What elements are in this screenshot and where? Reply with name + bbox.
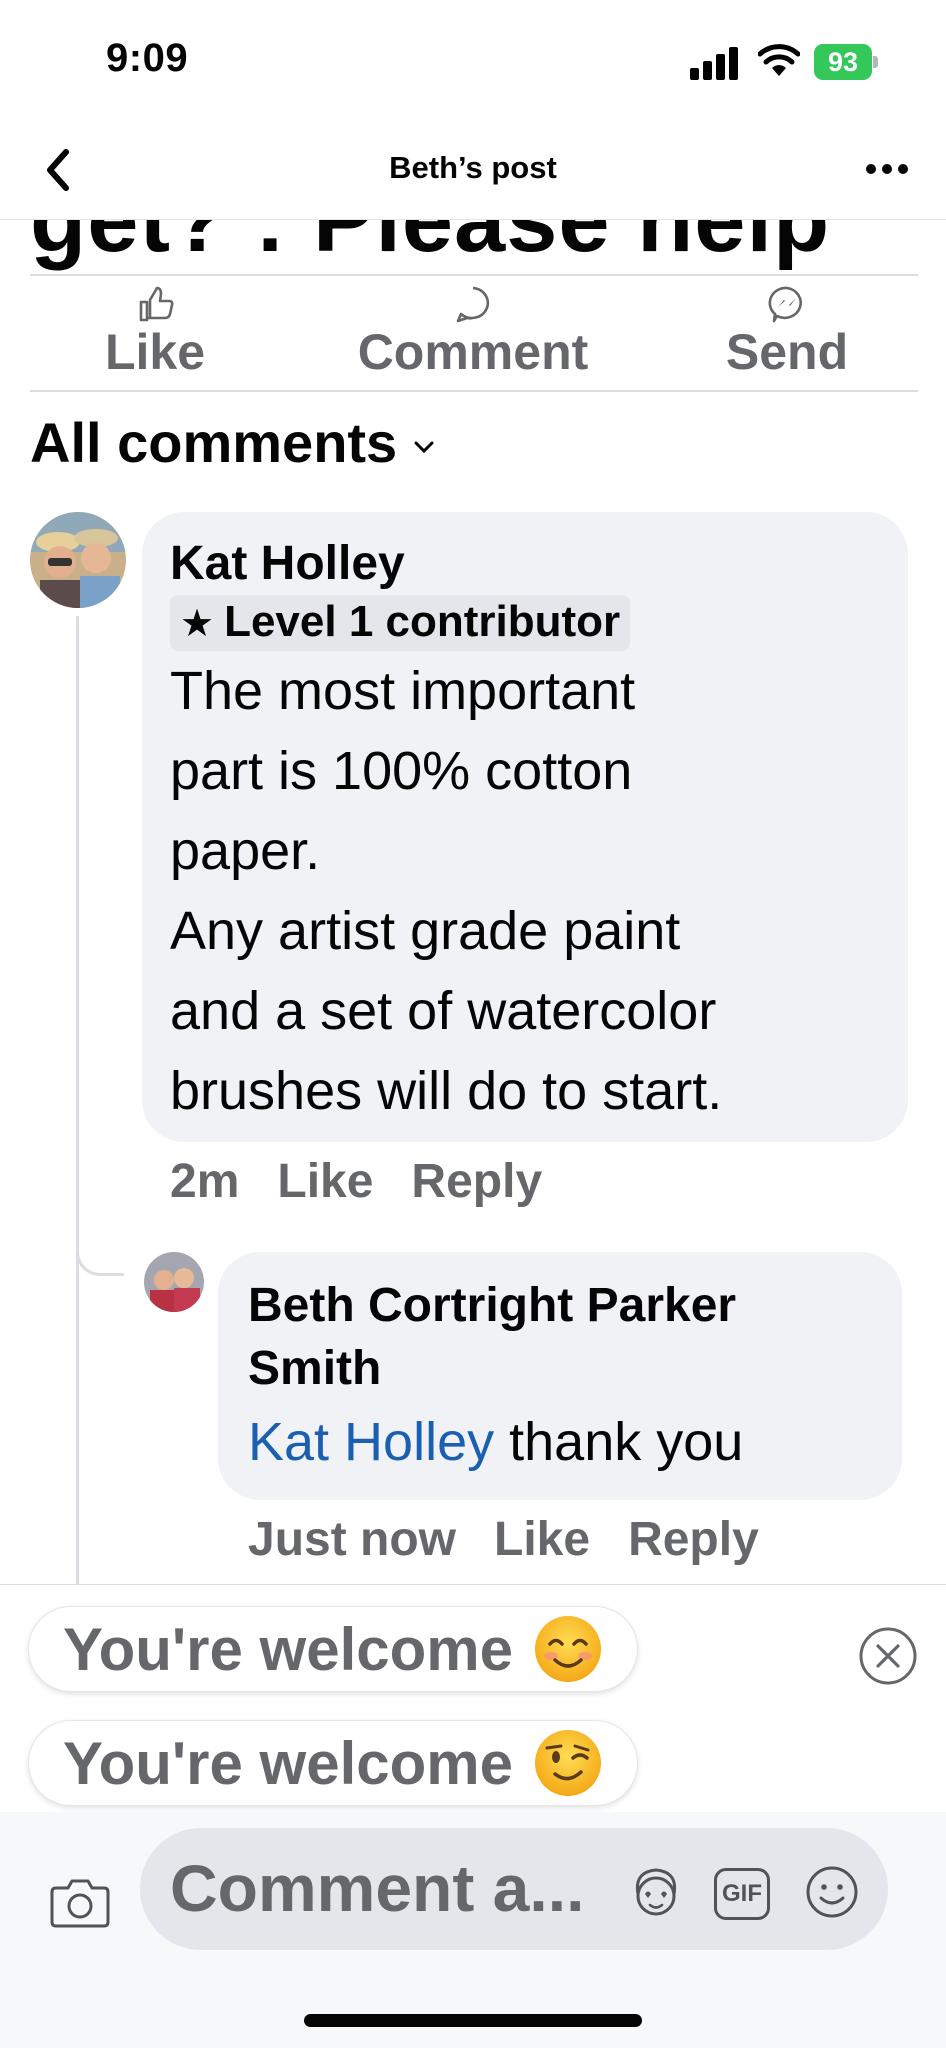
comment-input-placeholder: Comment a... bbox=[170, 1851, 585, 1925]
chevron-down-icon bbox=[414, 441, 434, 454]
send-label: Send bbox=[725, 324, 849, 380]
reply-reply-link[interactable]: Reply bbox=[628, 1513, 759, 1566]
winking-face-icon bbox=[534, 1730, 601, 1797]
comment-text-line: Any artist grade paint bbox=[170, 901, 681, 961]
comment-text-line: and a set of watercolor bbox=[170, 981, 717, 1041]
thread-connector bbox=[76, 1240, 124, 1276]
cellular-signal-icon bbox=[690, 46, 740, 80]
camera-icon[interactable] bbox=[50, 1876, 110, 1928]
reply-author-line[interactable]: Smith bbox=[248, 1340, 882, 1398]
reply-message: thank you bbox=[509, 1412, 744, 1472]
star-icon: ★ bbox=[180, 603, 215, 645]
suggested-reply-label: You're welcome bbox=[63, 1730, 513, 1797]
thumbs-up-icon bbox=[139, 286, 174, 322]
profile-photo-icon bbox=[144, 1252, 204, 1312]
comment-text-line: part is 100% cotton bbox=[170, 741, 633, 801]
divider bbox=[30, 390, 918, 392]
page-title: Beth’s post bbox=[389, 150, 557, 185]
battery-level: 93 bbox=[814, 44, 872, 80]
comments-filter-dropdown[interactable]: All comments bbox=[30, 410, 435, 475]
mention-link[interactable]: Kat Holley bbox=[248, 1412, 494, 1472]
badge-label: Level 1 contributor bbox=[224, 597, 621, 646]
thread-line bbox=[76, 616, 79, 1596]
close-suggestions-icon[interactable] bbox=[858, 1626, 918, 1686]
suggested-reply-chip[interactable]: You're welcome bbox=[28, 1606, 638, 1692]
comment-reply-link[interactable]: Reply bbox=[411, 1155, 542, 1208]
comment-label: Comment bbox=[357, 324, 589, 380]
comment-bubble[interactable]: Kat Holley ★ Level 1 contributor The most… bbox=[142, 512, 908, 1142]
reply-text: Kat Holley thank you bbox=[248, 1402, 882, 1482]
navigation-header: Beth’s post bbox=[0, 120, 946, 220]
like-action-button[interactable]: Like bbox=[90, 284, 220, 380]
comment-text-line: brushes will do to start. bbox=[170, 1061, 723, 1121]
post-title-clip: get? : Please help bbox=[0, 220, 946, 274]
reply-timestamp: Just now bbox=[248, 1513, 457, 1566]
comment-like-link[interactable]: Like bbox=[277, 1155, 373, 1208]
smiling-face-icon bbox=[534, 1616, 601, 1683]
comment-action-button[interactable]: Comment bbox=[330, 284, 616, 380]
emoji-icon[interactable] bbox=[804, 1864, 860, 1920]
suggested-reply-chip[interactable]: You're welcome bbox=[28, 1720, 638, 1806]
reply-author-line[interactable]: Beth Cortright Parker bbox=[248, 1272, 882, 1340]
suggested-reply-label: You're welcome bbox=[63, 1616, 513, 1683]
post-title: get? : Please help bbox=[30, 220, 831, 271]
reply-like-link[interactable]: Like bbox=[494, 1513, 590, 1566]
reply-meta: Just now Like Reply bbox=[248, 1512, 797, 1567]
comment-author[interactable]: Kat Holley bbox=[170, 536, 888, 591]
messenger-icon bbox=[768, 286, 802, 323]
wifi-icon bbox=[758, 44, 800, 76]
like-label: Like bbox=[104, 324, 206, 380]
status-bar: 9:09 93 bbox=[0, 0, 946, 120]
avatar[interactable] bbox=[30, 512, 126, 608]
avatar[interactable] bbox=[144, 1252, 204, 1312]
comment-input[interactable]: Comment a... GIF bbox=[140, 1828, 888, 1950]
profile-photo-icon bbox=[30, 512, 126, 608]
gif-button[interactable]: GIF bbox=[714, 1868, 770, 1920]
comment-text-line: The most important bbox=[170, 661, 636, 721]
home-indicator[interactable] bbox=[304, 2014, 642, 2027]
contributor-badge: ★ Level 1 contributor bbox=[170, 595, 631, 651]
more-options-icon[interactable] bbox=[864, 154, 910, 184]
reply-bubble[interactable]: Beth Cortright Parker Smith Kat Holley t… bbox=[218, 1252, 902, 1500]
status-time: 9:09 bbox=[106, 36, 189, 80]
divider bbox=[30, 274, 918, 276]
send-action-button[interactable]: Send bbox=[712, 284, 862, 380]
comment-bubble-icon bbox=[456, 286, 490, 323]
gif-label: GIF bbox=[722, 1880, 762, 1907]
comments-filter-label: All comments bbox=[30, 411, 398, 474]
comment-meta: 2m Like Reply bbox=[170, 1154, 580, 1209]
comment-timestamp: 2m bbox=[170, 1155, 240, 1208]
battery-icon: 93 bbox=[814, 44, 878, 80]
comment-text-line: paper. bbox=[170, 821, 321, 881]
avatar-sticker-icon[interactable] bbox=[628, 1864, 684, 1920]
